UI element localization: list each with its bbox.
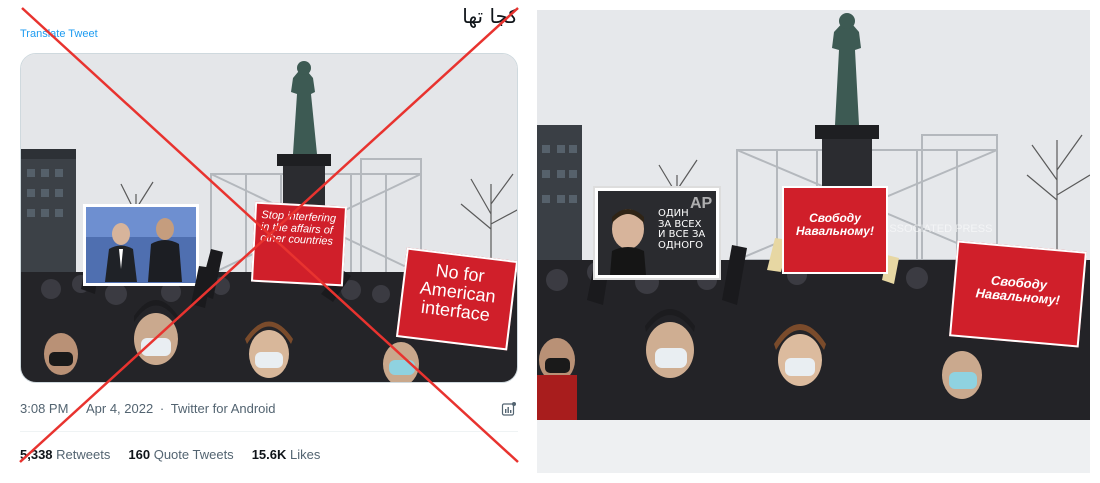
sign-portrait-line-4: ОДНОГО	[658, 239, 704, 251]
translate-tweet-link[interactable]: Translate Tweet	[20, 28, 98, 40]
sign-free-navalny-2: Свободу Навальному!	[949, 240, 1087, 348]
sign-free-navalny-1: Свободу Навальному!	[782, 186, 888, 274]
ap-logo: AP	[690, 195, 713, 212]
ap-watermark-text: ASSOCIATED PRESS	[882, 223, 992, 235]
manipulated-photo: Stop interfering in the affairs of other…	[21, 54, 517, 382]
tweet-stats: 5,338 Retweets 160 Quote Tweets 15.6K Li…	[20, 447, 320, 462]
tweet-time-link[interactable]: 3:08 PM · Apr 4, 2022	[20, 401, 153, 416]
likes-stat[interactable]: 15.6K Likes	[252, 447, 321, 462]
tweet-date: Apr 4, 2022	[85, 401, 154, 416]
analytics-icon[interactable]	[501, 401, 517, 417]
tweet-time: 3:08 PM	[20, 401, 69, 416]
sign-portrait-line-3: И ВСЕ ЗА	[658, 229, 706, 240]
retweets-count: 5,338	[20, 447, 53, 462]
comparison-canvas: کجا تها Translate Tweet Stop interfering…	[0, 0, 1100, 483]
likes-count: 15.6K	[251, 447, 287, 462]
tweet-source-link[interactable]: Twitter for Android	[171, 401, 276, 416]
sign-one-for-all-panel: ОДИН ЗА ВСЕХ И ВСЕ ЗА ОДНОГО AP	[598, 191, 716, 275]
tweet-card: کجا تها Translate Tweet Stop interfering…	[0, 0, 530, 483]
retweets-label: Retweets	[56, 447, 111, 462]
sign-red1-line-1: Свободу	[809, 211, 861, 225]
sign-stop-interfering-text: Stop interfering in the affairs of other…	[259, 209, 337, 248]
tweet-timestamp: 3:08 PM · Apr 4, 2022 · Twitter for Andr…	[20, 401, 276, 416]
sign-one-for-all-text: ОДИН ЗА ВСЕХ И ВСЕ ЗА ОДНОГО	[658, 208, 716, 251]
original-photo-panel: ASSOCIATED PRESS ОДИН ЗА ВСЕХ И ВСЕ ЗА О…	[537, 10, 1090, 473]
tweet-photo[interactable]: Stop interfering in the affairs of other…	[20, 53, 518, 383]
sign-red1-line-2: Навальному!	[796, 223, 874, 238]
original-photo: ASSOCIATED PRESS ОДИН ЗА ВСЕХ И ВСЕ ЗА О…	[537, 10, 1090, 420]
sign-stop-interfering: Stop interfering in the affairs of other…	[250, 201, 348, 287]
tweet-text: کجا تها	[462, 4, 518, 28]
tweet-divider	[20, 431, 518, 432]
quote-tweets-label: Quote Tweets	[153, 447, 234, 462]
retweets-stat[interactable]: 5,338 Retweets	[20, 447, 110, 462]
likes-label: Likes	[290, 447, 321, 462]
portrait-face-icon	[610, 209, 646, 275]
quote-tweets-count: 160	[128, 447, 151, 462]
sign-one-for-all: ОДИН ЗА ВСЕХ И ВСЕ ЗА ОДНОГО AP	[593, 186, 721, 280]
sign-no-for-american: No for American interface	[395, 247, 517, 351]
quote-tweets-stat[interactable]: 160 Quote Tweets	[128, 447, 233, 462]
